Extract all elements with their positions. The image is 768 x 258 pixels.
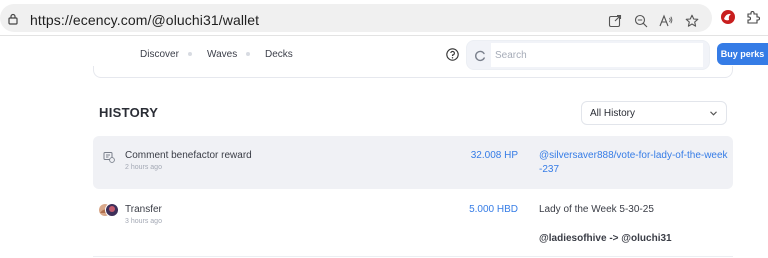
transaction-amount: 5.000 HBD (469, 204, 518, 215)
transaction-amount: 32.008 HP (470, 150, 518, 161)
avatar-stack-icon (99, 203, 119, 217)
search-input[interactable] (491, 43, 703, 67)
transaction-type: Comment benefactor reward (125, 150, 252, 161)
card-bottom-edge (93, 66, 733, 78)
nav-discover[interactable]: Discover (140, 49, 179, 60)
open-in-app-icon[interactable] (608, 14, 622, 28)
memo-link-line1: @silversaver888/vote-for-lady-of-the-wee… (539, 150, 728, 161)
transfer-route[interactable]: @ladiesofhive -> @oluchi31 (539, 233, 672, 244)
read-aloud-icon[interactable] (659, 14, 673, 28)
nav-separator (246, 52, 250, 56)
browser-toolbar: https://ecency.com/@oluchi31/wallet (0, 0, 768, 36)
search-icon (475, 50, 485, 62)
favorite-star-icon[interactable] (685, 14, 699, 28)
transaction-time: 3 hours ago (125, 218, 162, 225)
history-title: HISTORY (99, 105, 159, 120)
help-icon[interactable] (446, 48, 459, 61)
lock-icon[interactable] (8, 13, 18, 25)
transaction-memo-link[interactable]: @silversaver888/vote-for-lady-of-the-wee… (539, 149, 728, 177)
transaction-time: 2 hours ago (125, 164, 162, 171)
address-bar[interactable]: https://ecency.com/@oluchi31/wallet (0, 4, 712, 32)
nav-separator (188, 52, 192, 56)
buy-perks-button[interactable]: Buy perks (717, 43, 768, 65)
url-prefix: https:// (30, 12, 73, 28)
url-text[interactable]: https://ecency.com/@oluchi31/wallet (30, 12, 259, 28)
url-host: ecency.com (72, 12, 148, 28)
transaction-type: Transfer (125, 204, 162, 215)
extensions-puzzle-icon[interactable] (745, 9, 761, 25)
nav-waves[interactable]: Waves (207, 49, 237, 60)
extension-icon[interactable] (720, 9, 736, 25)
row-divider (93, 256, 733, 257)
transaction-memo: Lady of the Week 5-30-25 (539, 204, 654, 215)
reward-icon (103, 152, 115, 163)
zoom-out-icon[interactable] (634, 14, 648, 28)
url-path: /@oluchi31/wallet (147, 12, 260, 28)
chevron-down-icon (710, 111, 717, 116)
history-filter-select[interactable]: All History (581, 101, 727, 125)
memo-link-line2: -237 (539, 164, 560, 175)
history-filter-value: All History (590, 108, 636, 119)
avatar (98, 203, 120, 217)
nav-decks[interactable]: Decks (265, 49, 293, 60)
